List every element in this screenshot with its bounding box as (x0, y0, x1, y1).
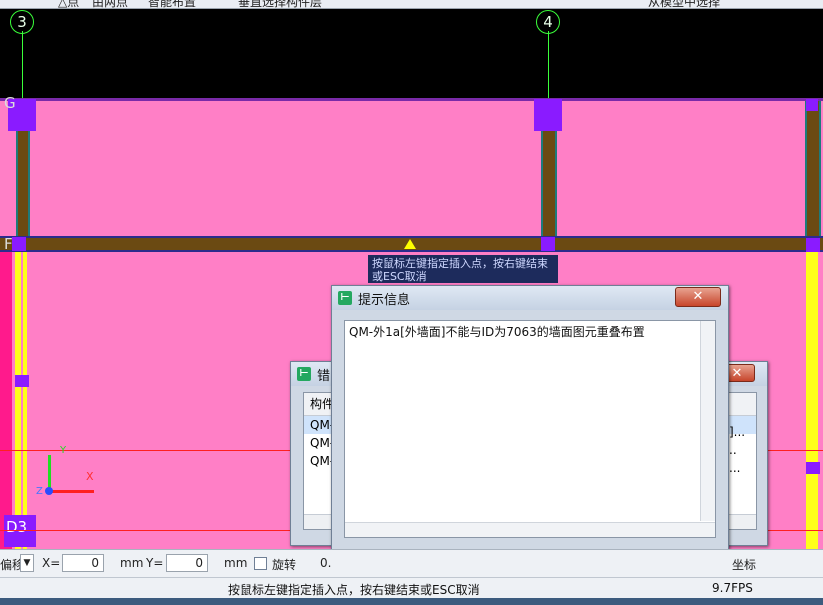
axis-label-f: F (4, 235, 13, 253)
column-g4[interactable] (534, 99, 562, 131)
axis-marker-4: 4 (536, 10, 560, 34)
error-list-cell-right: ... (729, 461, 741, 475)
ucs-origin (45, 487, 53, 495)
left-strip-magenta (0, 252, 12, 549)
left-strip-yellow (15, 252, 21, 549)
left-strip-yellow-2 (23, 252, 27, 549)
info-message-text: QM-外1a[外墙面]不能与ID为7063的墙面图元重叠布置 (349, 325, 645, 339)
ucs-y-label: Y (60, 445, 67, 456)
ucs-x-axis (48, 490, 94, 493)
right-strip-yellow (806, 252, 818, 549)
y-input[interactable]: 0 (166, 554, 208, 572)
toolbar-item-two-points[interactable]: 由两点 (92, 0, 128, 8)
column-f4[interactable] (541, 237, 555, 251)
slab-upper (0, 99, 823, 237)
column-f3[interactable] (12, 237, 26, 251)
toolbar-item-smart-layout[interactable]: 智能布置 (148, 0, 196, 8)
info-vscrollbar[interactable] (700, 321, 715, 521)
y-unit: mm (224, 556, 248, 570)
x-input[interactable]: 0 (62, 554, 104, 572)
toolbar-item-select-from-model[interactable]: 从模型中选择 (648, 0, 720, 8)
cursor-tooltip: 按鼠标左键指定插入点，按右键结束或ESC取消 (368, 255, 558, 283)
column-f-right[interactable] (806, 238, 820, 252)
axis-label-g: G (4, 94, 16, 112)
status-bar: 按鼠标左键指定插入点，按右键结束或ESC取消 9.7FPS (0, 577, 823, 599)
rotate-label: 旋转 (272, 558, 297, 572)
toolbar-item-point[interactable]: △点 (58, 0, 79, 8)
column-mid-left[interactable] (15, 375, 29, 387)
axis-label-d3: D3 (6, 518, 28, 536)
coord-label[interactable]: 坐标 (732, 556, 756, 573)
app-icon: ⊢ (338, 291, 352, 305)
rotate-checkbox[interactable] (254, 557, 267, 570)
info-dialog[interactable]: ⊢ 提示信息 ✕ QM-外1a[外墙面]不能与ID为7063的墙面图元重叠布置 … (331, 285, 729, 587)
status-prompt: 按鼠标左键指定插入点，按右键结束或ESC取消 (228, 583, 480, 597)
ucs-x-label: X (86, 470, 94, 483)
offset-dropdown[interactable]: ▼ (20, 554, 34, 572)
ucs-z-label: Z (36, 486, 43, 497)
x-unit: mm (120, 556, 144, 570)
error-list-overflow: ]... .. ... (729, 423, 745, 477)
error-list-cell-right: ]... (729, 425, 746, 439)
error-list-cell-right: .. (729, 443, 737, 457)
y-label: Y= (146, 556, 164, 570)
info-dialog-close-x-button[interactable]: ✕ (675, 287, 721, 307)
info-dialog-title: 提示信息 (358, 292, 411, 308)
error-window-title: 错 (317, 368, 331, 384)
column-g-right[interactable] (806, 99, 818, 111)
axis-marker-3: 3 (10, 10, 34, 34)
app-icon: ⊢ (297, 367, 311, 381)
top-toolbar: △点 由两点 智能布置 垂直选择构件层 从模型中选择 (0, 0, 823, 9)
fps-readout: 9.7FPS (712, 581, 753, 595)
rotate-value[interactable]: 0. (320, 556, 331, 570)
column-mid-right[interactable] (806, 462, 820, 474)
info-dialog-titlebar[interactable]: ⊢ 提示信息 (332, 286, 728, 310)
wall-col-right (805, 101, 821, 236)
insert-point-icon (404, 239, 416, 249)
toolbar-item-vertical-select[interactable]: 垂直选择构件层 (238, 0, 322, 8)
info-hscrollbar[interactable] (345, 522, 715, 537)
taskbar-strip (0, 598, 823, 605)
info-message-box[interactable]: QM-外1a[外墙面]不能与ID为7063的墙面图元重叠布置 (344, 320, 716, 538)
wall-top-edge (0, 98, 823, 101)
parameter-bar: 偏移 ▼ X= 0 mm Y= 0 mm 旋转 0. 坐标 (0, 549, 823, 578)
x-label: X= (42, 556, 61, 570)
